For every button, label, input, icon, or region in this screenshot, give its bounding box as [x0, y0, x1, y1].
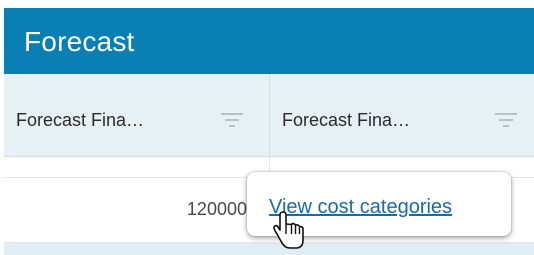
filter-icon[interactable]: [221, 112, 243, 128]
table-footer-strip: [4, 243, 534, 255]
filter-icon[interactable]: [495, 112, 517, 128]
column-header-forecast-final-1[interactable]: Forecast Fina…: [4, 74, 270, 156]
column-header-label: Forecast Fina…: [16, 110, 145, 130]
column-header-label: Forecast Fina…: [282, 110, 411, 130]
column-header-row: Forecast Fina… Forecast Fina…: [4, 74, 534, 157]
panel-header: Forecast: [4, 8, 534, 74]
forecast-value-cell[interactable]: 120000: [4, 199, 247, 220]
column-header-forecast-final-2[interactable]: Forecast Fina…: [270, 74, 534, 156]
hand-pointer-icon: [273, 211, 304, 249]
panel-title: Forecast: [24, 26, 135, 57]
